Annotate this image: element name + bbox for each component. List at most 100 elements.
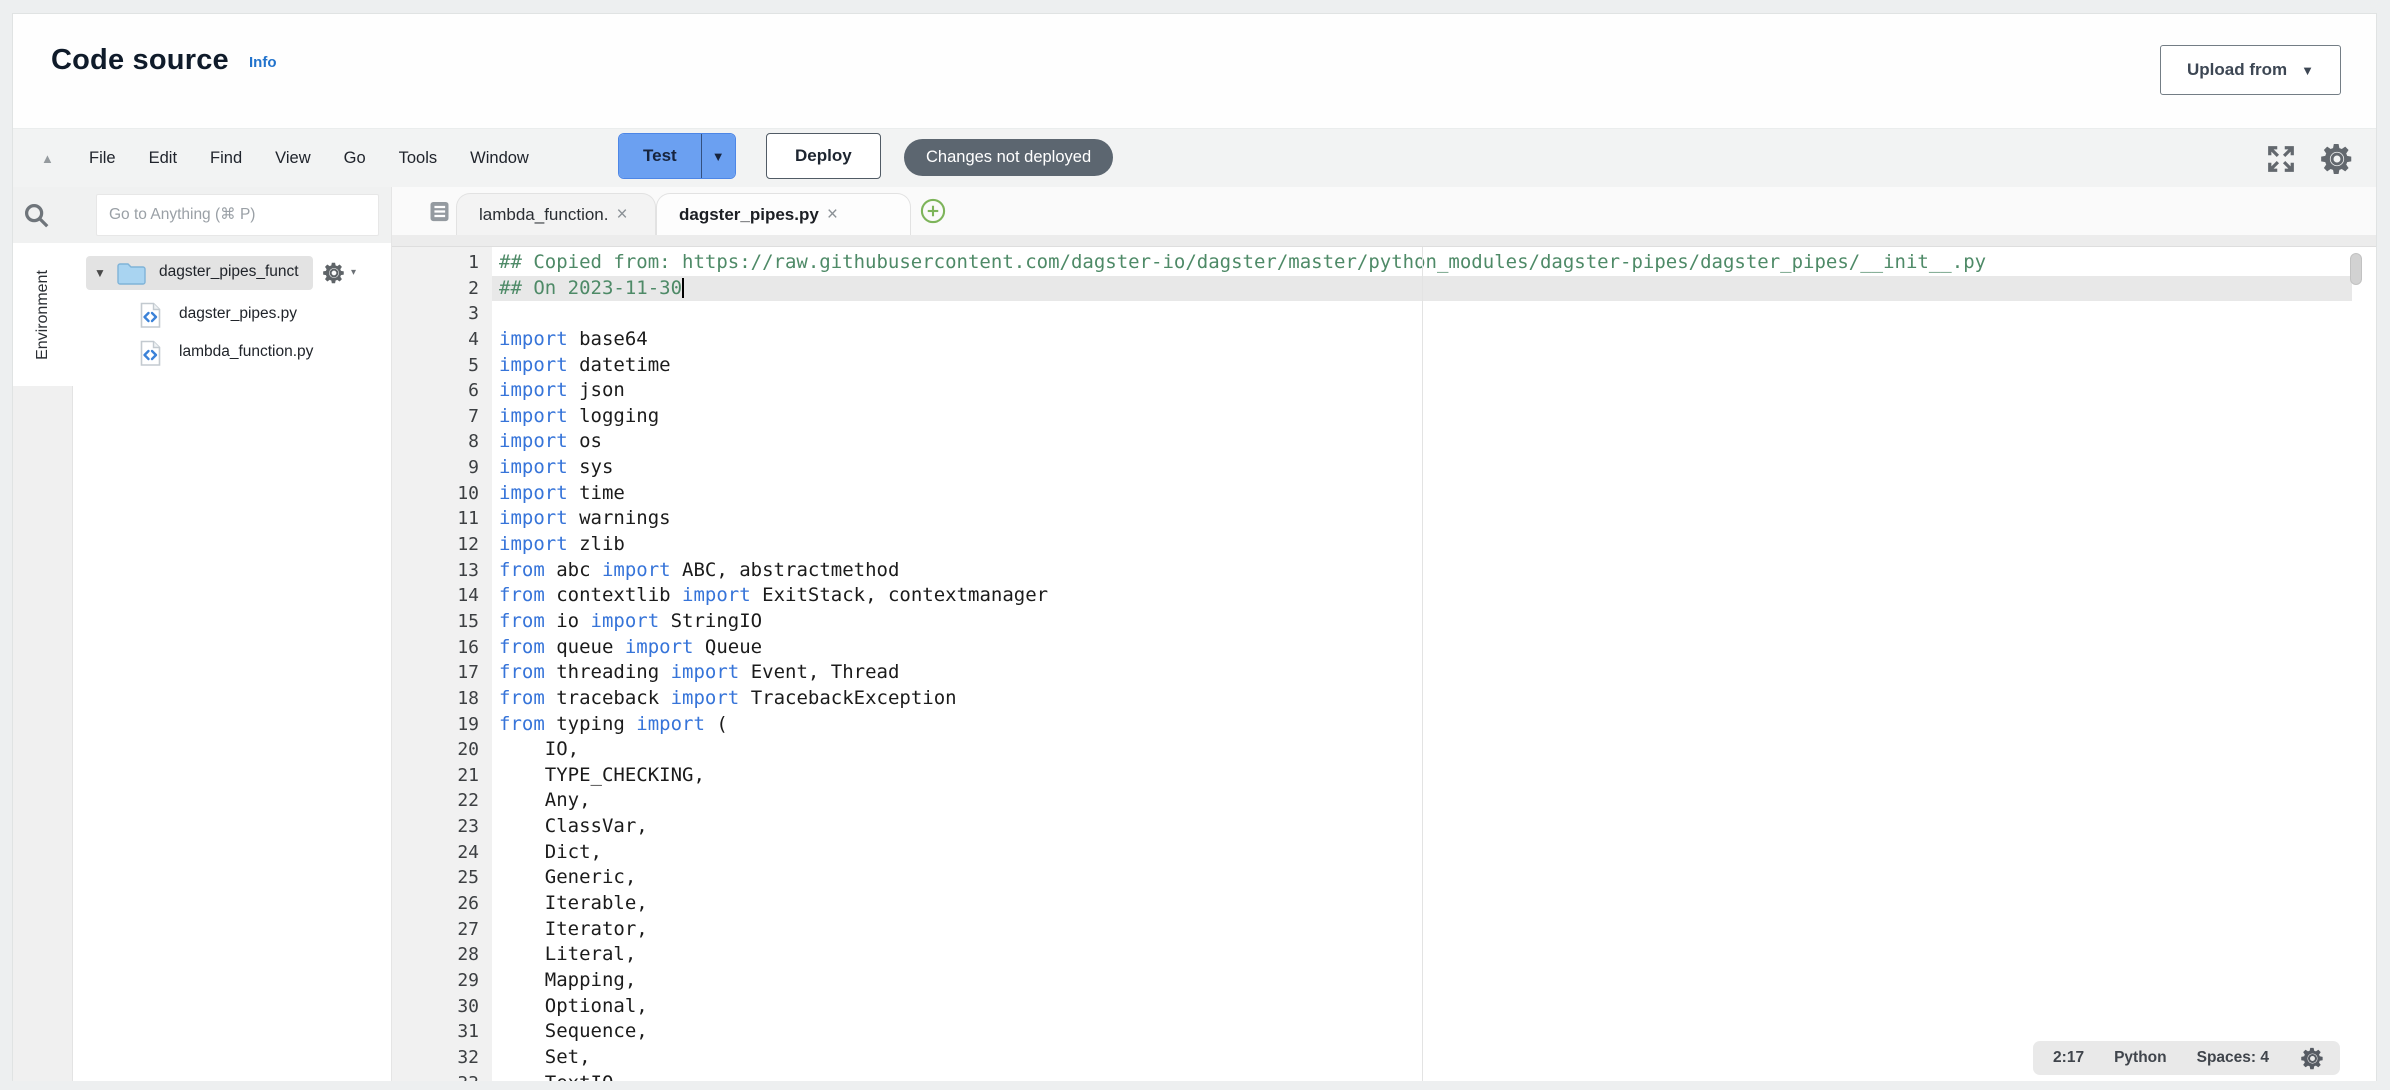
code-line[interactable]: from contextlib import ExitStack, contex… xyxy=(499,583,2376,609)
tab-list-icon[interactable] xyxy=(426,198,453,225)
line-number[interactable]: 13 xyxy=(392,558,492,584)
code-line[interactable]: import sys xyxy=(499,455,2376,481)
python-file-icon xyxy=(139,340,162,367)
line-number[interactable]: 24 xyxy=(392,840,492,866)
code-line[interactable]: ClassVar, xyxy=(499,814,2376,840)
line-number[interactable]: 2 xyxy=(392,276,492,302)
new-tab-icon[interactable] xyxy=(919,197,947,225)
code-content[interactable]: ## Copied from: https://raw.githubuserco… xyxy=(492,247,2376,1081)
tree-folder-row[interactable]: ▼ dagster_pipes_funct ▾ xyxy=(73,256,391,290)
line-number[interactable]: 5 xyxy=(392,353,492,379)
code-line[interactable]: import datetime xyxy=(499,353,2376,379)
line-number[interactable]: 26 xyxy=(392,891,492,917)
test-dropdown-button[interactable]: ▼ xyxy=(701,134,735,178)
environment-tab[interactable]: Environment xyxy=(13,243,73,386)
close-tab-icon[interactable]: × xyxy=(616,205,627,224)
line-number[interactable]: 29 xyxy=(392,968,492,994)
info-link[interactable]: Info xyxy=(249,54,277,71)
code-line[interactable]: TYPE_CHECKING, xyxy=(499,763,2376,789)
line-number[interactable]: 30 xyxy=(392,994,492,1020)
menu-item-go[interactable]: Go xyxy=(344,149,366,168)
menu-item-edit[interactable]: Edit xyxy=(149,149,177,168)
code-line[interactable]: import time xyxy=(499,481,2376,507)
code-line[interactable]: from queue import Queue xyxy=(499,635,2376,661)
code-line[interactable]: Any, xyxy=(499,788,2376,814)
code-line[interactable]: Dict, xyxy=(499,840,2376,866)
line-number[interactable]: 19 xyxy=(392,712,492,738)
line-number[interactable]: 21 xyxy=(392,763,492,789)
code-line[interactable]: Mapping, xyxy=(499,968,2376,994)
language-mode[interactable]: Python xyxy=(2114,1049,2167,1067)
chevron-down-icon[interactable]: ▼ xyxy=(94,266,106,280)
indent-setting[interactable]: Spaces: 4 xyxy=(2197,1049,2269,1067)
settings-gear-icon[interactable] xyxy=(2318,140,2356,178)
code-line[interactable]: import zlib xyxy=(499,532,2376,558)
line-number[interactable]: 32 xyxy=(392,1045,492,1071)
line-number[interactable]: 3 xyxy=(392,301,492,327)
line-number[interactable]: 8 xyxy=(392,429,492,455)
menu-item-view[interactable]: View xyxy=(275,149,310,168)
line-number[interactable]: 31 xyxy=(392,1019,492,1045)
line-number[interactable]: 20 xyxy=(392,737,492,763)
code-line[interactable]: IO, xyxy=(499,737,2376,763)
code-line[interactable]: from traceback import TracebackException xyxy=(499,686,2376,712)
line-number[interactable]: 23 xyxy=(392,814,492,840)
code-line[interactable]: import warnings xyxy=(499,506,2376,532)
upload-from-button[interactable]: Upload from ▼ xyxy=(2160,45,2341,95)
menu-item-file[interactable]: File xyxy=(89,149,116,168)
tree-settings-gear-icon[interactable]: ▾ xyxy=(321,260,356,286)
close-tab-icon[interactable]: × xyxy=(827,205,838,224)
line-number[interactable]: 6 xyxy=(392,378,492,404)
code-line[interactable]: import os xyxy=(499,429,2376,455)
tree-file-row[interactable]: dagster_pipes.py xyxy=(73,296,391,334)
test-button[interactable]: Test xyxy=(619,134,701,178)
code-line[interactable]: from typing import ( xyxy=(499,712,2376,738)
menu-item-find[interactable]: Find xyxy=(210,149,242,168)
code-line[interactable]: Generic, xyxy=(499,865,2376,891)
code-editor[interactable]: 1234567891011121314151617181920212223242… xyxy=(392,247,2376,1081)
tree-file-row[interactable]: lambda_function.py xyxy=(73,334,391,372)
line-number[interactable]: 10 xyxy=(392,481,492,507)
line-number-gutter[interactable]: 1234567891011121314151617181920212223242… xyxy=(392,247,492,1081)
code-line[interactable]: import logging xyxy=(499,404,2376,430)
line-number[interactable]: 22 xyxy=(392,788,492,814)
code-line[interactable]: from io import StringIO xyxy=(499,609,2376,635)
line-number[interactable]: 28 xyxy=(392,942,492,968)
code-line[interactable]: from threading import Event, Thread xyxy=(499,660,2376,686)
line-number[interactable]: 27 xyxy=(392,917,492,943)
code-line[interactable]: import json xyxy=(499,378,2376,404)
line-number[interactable]: 12 xyxy=(392,532,492,558)
statusbar-gear-icon[interactable] xyxy=(2299,1045,2326,1072)
code-line[interactable]: import base64 xyxy=(499,327,2376,353)
line-number[interactable]: 14 xyxy=(392,583,492,609)
line-number[interactable]: 33 xyxy=(392,1071,492,1082)
line-number[interactable]: 11 xyxy=(392,506,492,532)
deploy-button[interactable]: Deploy xyxy=(766,133,881,179)
line-number[interactable]: 9 xyxy=(392,455,492,481)
menu-item-tools[interactable]: Tools xyxy=(399,149,438,168)
code-line[interactable]: ## Copied from: https://raw.githubuserco… xyxy=(499,250,2376,276)
line-number[interactable]: 15 xyxy=(392,609,492,635)
line-number[interactable]: 16 xyxy=(392,635,492,661)
line-number[interactable]: 18 xyxy=(392,686,492,712)
line-number[interactable]: 25 xyxy=(392,865,492,891)
code-line[interactable]: Literal, xyxy=(499,942,2376,968)
line-number[interactable]: 1 xyxy=(392,250,492,276)
code-line[interactable] xyxy=(499,301,2376,327)
cursor-position[interactable]: 2:17 xyxy=(2053,1049,2084,1067)
line-number[interactable]: 7 xyxy=(392,404,492,430)
line-number[interactable]: 17 xyxy=(392,660,492,686)
line-number[interactable]: 4 xyxy=(392,327,492,353)
collapse-panel-icon[interactable]: ▲ xyxy=(41,151,54,166)
fullscreen-icon[interactable] xyxy=(2266,144,2296,174)
code-line[interactable]: Iterator, xyxy=(499,917,2376,943)
tab-dagster-pipes[interactable]: dagster_pipes.py × xyxy=(656,193,911,235)
vertical-scrollbar[interactable] xyxy=(2350,253,2362,285)
code-line[interactable]: ## On 2023-11-30 xyxy=(499,276,2376,302)
menu-item-window[interactable]: Window xyxy=(470,149,529,168)
code-line[interactable]: Iterable, xyxy=(499,891,2376,917)
goto-anything-input[interactable] xyxy=(96,194,379,236)
tab-lambda-function[interactable]: lambda_function. × xyxy=(456,193,656,235)
code-line[interactable]: Optional, xyxy=(499,994,2376,1020)
code-line[interactable]: from abc import ABC, abstractmethod xyxy=(499,558,2376,584)
